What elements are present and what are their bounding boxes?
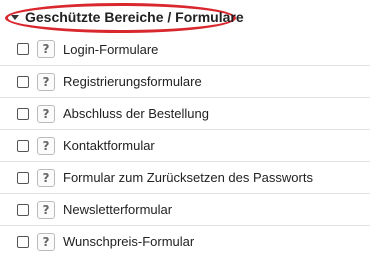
checkbox[interactable] (17, 203, 29, 216)
checkbox[interactable] (17, 75, 29, 88)
section-title: Geschützte Bereiche / Formulare (25, 9, 244, 25)
list-item: ? Login-Formulare (0, 33, 370, 65)
checkbox[interactable] (17, 235, 29, 248)
item-label: Registrierungsformulare (63, 74, 202, 89)
section-header: Geschützte Bereiche / Formulare (0, 0, 370, 33)
caret-down-icon (11, 14, 19, 20)
item-label: Abschluss der Bestellung (63, 106, 209, 121)
help-icon[interactable]: ? (37, 200, 55, 219)
list-item: ? Abschluss der Bestellung (0, 97, 370, 129)
item-label: Wunschpreis-Formular (63, 234, 195, 249)
item-label: Newsletterformular (63, 202, 173, 217)
help-icon[interactable]: ? (37, 40, 55, 58)
list-item: ? Kontaktformular (0, 129, 370, 161)
help-icon[interactable]: ? (37, 168, 55, 187)
help-icon[interactable]: ? (37, 136, 55, 155)
section-toggle[interactable]: Geschützte Bereiche / Formulare (11, 9, 244, 25)
list-item: ? Newsletterformular (0, 193, 370, 225)
form-options-list: ? Login-Formulare ? Registrierungsformul… (0, 33, 370, 257)
help-icon[interactable]: ? (37, 104, 55, 123)
checkbox[interactable] (17, 139, 29, 152)
item-label: Formular zum Zurücksetzen des Passworts (63, 170, 313, 185)
item-label: Login-Formulare (63, 41, 159, 57)
item-label: Kontaktformular (63, 138, 155, 153)
checkbox[interactable] (17, 171, 29, 184)
list-item: ? Wunschpreis-Formular (0, 225, 370, 257)
checkbox[interactable] (17, 107, 29, 120)
checkbox[interactable] (17, 43, 29, 55)
help-icon[interactable]: ? (37, 232, 55, 251)
help-icon[interactable]: ? (37, 72, 55, 91)
list-item: ? Registrierungsformulare (0, 65, 370, 97)
list-item: ? Formular zum Zurücksetzen des Passwort… (0, 161, 370, 193)
